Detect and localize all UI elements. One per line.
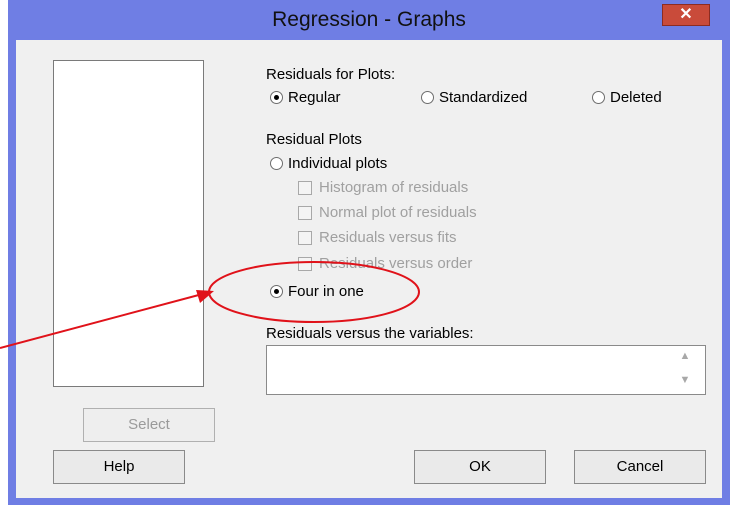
standardized-radio[interactable]	[421, 91, 434, 104]
window-title: Regression - Graphs	[272, 8, 466, 31]
histogram-label[interactable]: Histogram of residuals	[319, 179, 468, 196]
normal-plot-checkbox[interactable]	[298, 206, 312, 220]
residuals-for-plots-heading: Residuals for Plots:	[266, 66, 396, 83]
four-in-one-radio[interactable]	[270, 285, 283, 298]
scroll-down-icon[interactable]: ▼	[675, 374, 695, 390]
versus-fits-checkbox[interactable]	[298, 231, 312, 245]
dialog-window: Regression - Graphs ✕ Residuals for Plot…	[8, 0, 730, 505]
standardized-label[interactable]: Standardized	[439, 89, 527, 106]
residual-plots-heading: Residual Plots	[266, 131, 362, 148]
help-button[interactable]: Help	[53, 450, 185, 484]
individual-plots-label[interactable]: Individual plots	[288, 155, 387, 172]
variables-input[interactable]: ▲ ▼	[266, 345, 706, 395]
individual-plots-radio[interactable]	[270, 157, 283, 170]
versus-fits-label[interactable]: Residuals versus fits	[319, 229, 457, 246]
variable-list[interactable]	[53, 60, 204, 387]
deleted-label[interactable]: Deleted	[610, 89, 662, 106]
dialog-client-area: Residuals for Plots: Regular Standardize…	[16, 40, 722, 498]
regular-label[interactable]: Regular	[288, 89, 341, 106]
deleted-radio[interactable]	[592, 91, 605, 104]
select-button[interactable]: Select	[83, 408, 215, 442]
variables-label: Residuals versus the variables:	[266, 325, 474, 342]
four-in-one-label[interactable]: Four in one	[288, 283, 364, 300]
cancel-button[interactable]: Cancel	[574, 450, 706, 484]
normal-plot-label[interactable]: Normal plot of residuals	[319, 204, 477, 221]
ok-button[interactable]: OK	[414, 450, 546, 484]
scroll-up-icon[interactable]: ▲	[675, 350, 695, 366]
title-bar[interactable]: Regression - Graphs ✕	[8, 0, 730, 40]
histogram-checkbox[interactable]	[298, 181, 312, 195]
versus-order-label[interactable]: Residuals versus order	[319, 255, 472, 272]
regular-radio[interactable]	[270, 91, 283, 104]
close-button[interactable]: ✕	[662, 4, 710, 26]
versus-order-checkbox[interactable]	[298, 257, 312, 271]
